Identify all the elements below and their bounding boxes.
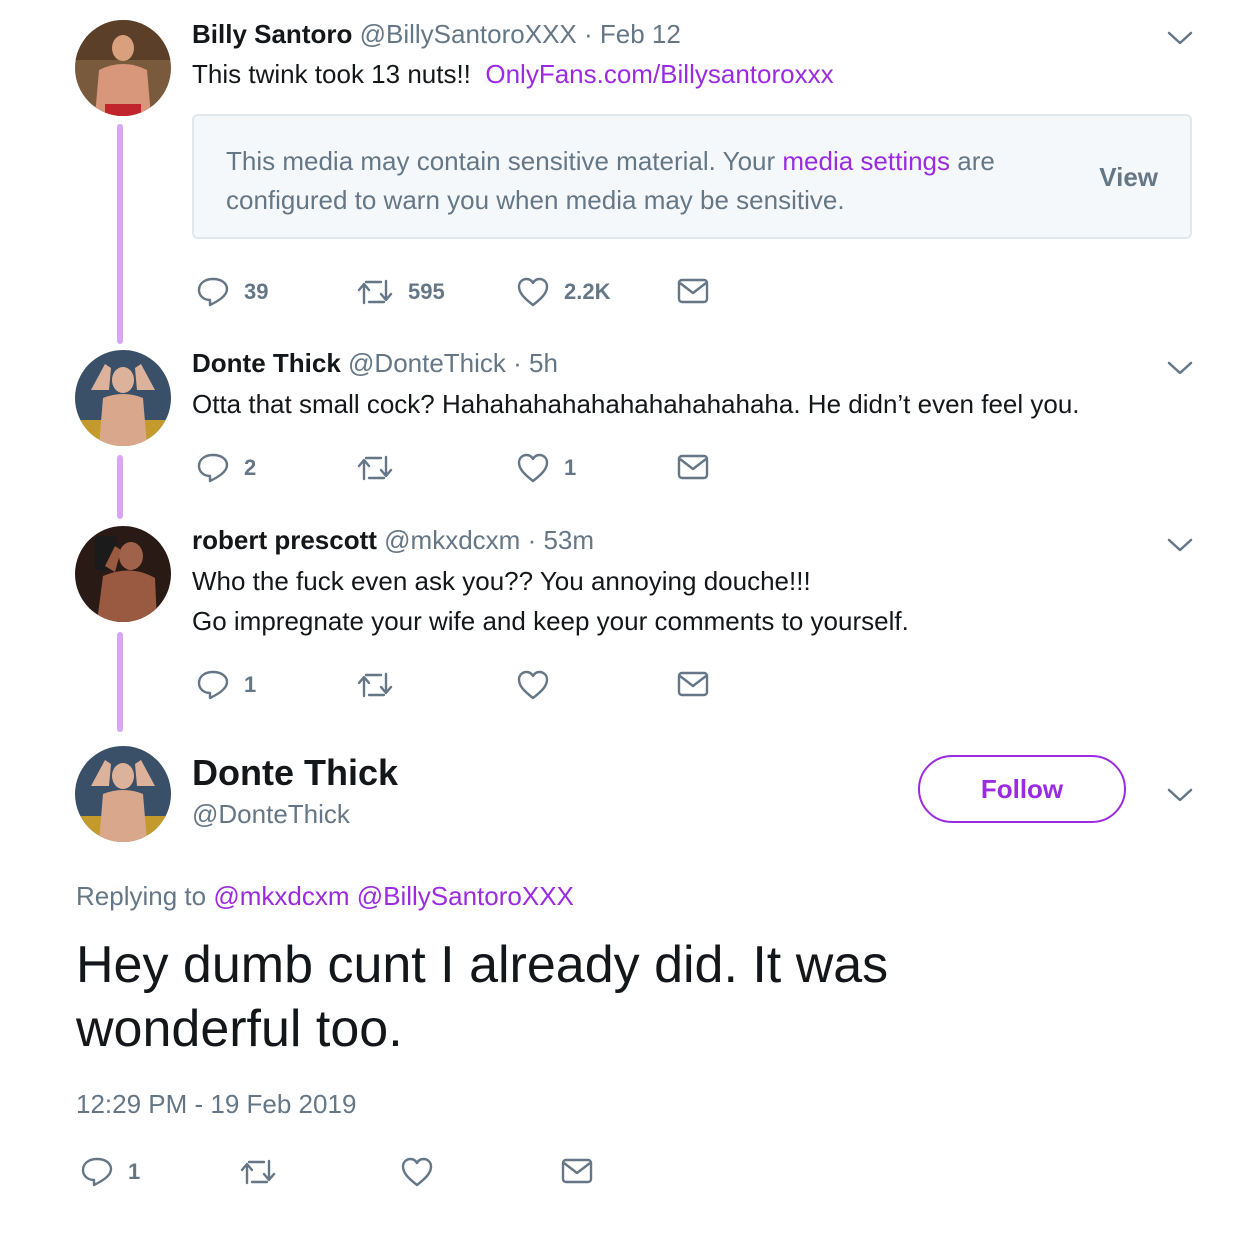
replying-to-label: Replying to bbox=[76, 881, 207, 911]
reply-icon bbox=[197, 277, 229, 307]
avatar[interactable] bbox=[75, 20, 171, 116]
reply-count: 39 bbox=[244, 279, 269, 304]
reply-button[interactable]: 1 bbox=[196, 669, 256, 701]
tweet-time[interactable]: · Feb 12 bbox=[584, 19, 681, 49]
like-button[interactable] bbox=[400, 1156, 434, 1188]
reply-button[interactable]: 1 bbox=[80, 1156, 140, 1188]
media-settings-link[interactable]: media settings bbox=[782, 146, 950, 176]
dm-icon bbox=[677, 278, 709, 304]
reply-button[interactable]: 39 bbox=[196, 276, 268, 308]
like-button[interactable]: 2.2K bbox=[516, 276, 610, 308]
dm-icon bbox=[677, 671, 709, 697]
reply-count: 1 bbox=[128, 1159, 141, 1184]
retweet-icon bbox=[357, 672, 393, 698]
dm-button[interactable] bbox=[561, 1156, 593, 1186]
like-count: 1 bbox=[564, 455, 577, 480]
thread-line bbox=[117, 632, 123, 732]
tweet-time[interactable]: · 5h bbox=[513, 348, 558, 378]
tweet-header: robert prescott @mkxdcxm · 53m bbox=[192, 525, 594, 556]
retweet-button[interactable] bbox=[356, 452, 408, 484]
main-author-name[interactable]: Donte Thick bbox=[192, 752, 398, 794]
reply-mention[interactable]: @mkxdcxm bbox=[213, 881, 349, 911]
reply-icon bbox=[197, 453, 229, 483]
like-icon bbox=[517, 670, 549, 700]
dm-button[interactable] bbox=[677, 452, 709, 482]
reply-count: 2 bbox=[244, 455, 257, 480]
retweet-button[interactable]: 595 bbox=[356, 276, 445, 308]
follow-button[interactable]: Follow bbox=[918, 755, 1126, 823]
dm-icon bbox=[561, 1158, 593, 1184]
author-name[interactable]: Donte Thick bbox=[192, 348, 341, 378]
main-tweet-text-line: wonderful too. bbox=[76, 1000, 403, 1058]
retweet-button[interactable] bbox=[356, 669, 408, 701]
author-handle[interactable]: @BillySantoroXXX bbox=[360, 19, 577, 49]
chevron-down-icon[interactable] bbox=[1167, 537, 1193, 553]
avatar[interactable] bbox=[75, 526, 171, 622]
retweet-icon bbox=[240, 1159, 276, 1185]
chevron-down-icon[interactable] bbox=[1167, 787, 1193, 803]
like-button[interactable] bbox=[516, 669, 564, 701]
retweet-count: 595 bbox=[408, 279, 445, 304]
tweet-header: Donte Thick @DonteThick · 5h bbox=[192, 348, 558, 379]
dm-button[interactable] bbox=[677, 669, 709, 699]
view-media-button[interactable]: View bbox=[1099, 162, 1158, 193]
tweet-text-line: Go impregnate your wife and keep your co… bbox=[192, 606, 909, 636]
like-button[interactable]: 1 bbox=[516, 452, 576, 484]
author-name[interactable]: robert prescott bbox=[192, 525, 377, 555]
tweet-text: This twink took 13 nuts!! OnlyFans.com/B… bbox=[192, 59, 834, 90]
warning-text-before: This media may contain sensitive materia… bbox=[226, 146, 783, 176]
reply-icon bbox=[81, 1157, 113, 1187]
sensitive-media-warning: This media may contain sensitive materia… bbox=[192, 114, 1192, 239]
like-icon bbox=[517, 453, 549, 483]
avatar[interactable] bbox=[75, 350, 171, 446]
replying-to: Replying to @mkxdcxm @BillySantoroXXX bbox=[76, 881, 574, 912]
reply-count: 1 bbox=[244, 672, 257, 697]
main-tweet-text-line: Hey dumb cunt I already did. It was bbox=[76, 936, 889, 994]
media-warning-text: This media may contain sensitive materia… bbox=[226, 142, 1086, 220]
tweet-text-line: Who the fuck even ask you?? You annoying… bbox=[192, 566, 811, 596]
author-handle[interactable]: @DonteThick bbox=[348, 348, 506, 378]
author-handle[interactable]: @mkxdcxm bbox=[384, 525, 520, 555]
thread-line bbox=[117, 455, 123, 519]
reply-mention[interactable]: @BillySantoroXXX bbox=[357, 881, 574, 911]
reply-icon bbox=[197, 670, 229, 700]
retweet-icon bbox=[357, 279, 393, 305]
author-name[interactable]: Billy Santoro bbox=[192, 19, 352, 49]
tweet-header: Billy Santoro @BillySantoroXXX · Feb 12 bbox=[192, 19, 681, 50]
chevron-down-icon[interactable] bbox=[1167, 360, 1193, 376]
tweet-time[interactable]: · 53m bbox=[528, 525, 594, 555]
like-icon bbox=[517, 277, 549, 307]
like-icon bbox=[401, 1157, 433, 1187]
tweet-text-content: This twink took 13 nuts!! bbox=[192, 59, 471, 89]
retweet-button[interactable] bbox=[239, 1156, 277, 1188]
reply-button[interactable]: 2 bbox=[196, 452, 256, 484]
tweet-link[interactable]: OnlyFans.com/Billysantoroxxx bbox=[485, 59, 833, 89]
chevron-down-icon[interactable] bbox=[1167, 30, 1193, 46]
thread-line bbox=[117, 124, 123, 344]
tweet-timestamp[interactable]: 12:29 PM - 19 Feb 2019 bbox=[76, 1089, 356, 1120]
retweet-icon bbox=[357, 455, 393, 481]
dm-icon bbox=[677, 454, 709, 480]
like-count: 2.2K bbox=[564, 279, 611, 304]
dm-button[interactable] bbox=[677, 276, 709, 306]
avatar[interactable] bbox=[75, 746, 171, 842]
main-author-handle[interactable]: @DonteThick bbox=[192, 799, 350, 830]
tweet-text: Otta that small cock? Hahahahahahahahaha… bbox=[192, 389, 1080, 419]
